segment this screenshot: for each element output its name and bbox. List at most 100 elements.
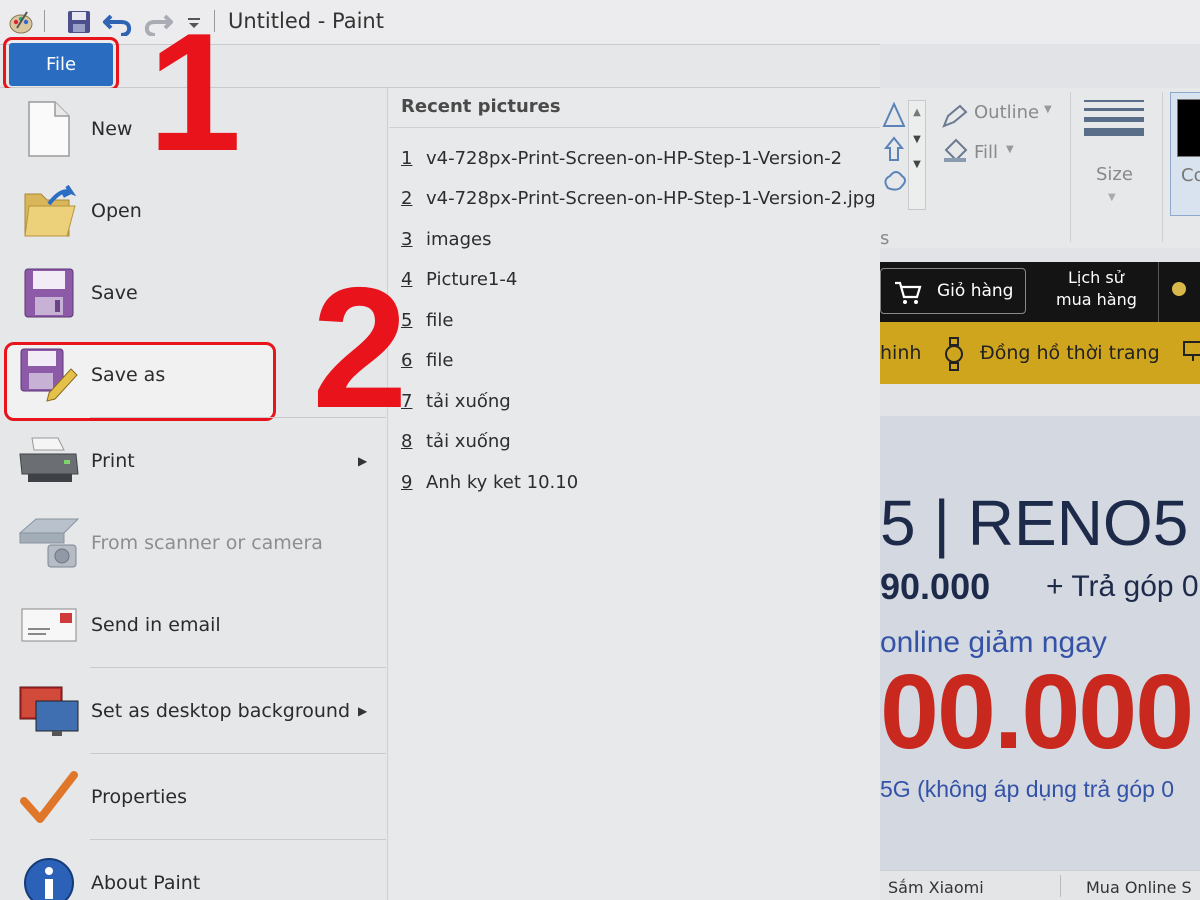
recent-item[interactable]: 8 tải xuống	[401, 424, 511, 458]
recent-item-name: tải xuống	[426, 390, 511, 412]
size-lines-icon[interactable]	[1084, 100, 1144, 136]
color-swatch	[1177, 99, 1200, 157]
ribbon-tab-row	[0, 44, 880, 88]
recent-item-number: 2	[401, 187, 413, 209]
ribbon-divider	[1162, 92, 1163, 242]
fill-button[interactable]: Fill	[974, 142, 998, 163]
recent-pictures-heading: Recent pictures	[389, 88, 880, 128]
menu-label-new: New	[91, 118, 133, 140]
recent-item[interactable]: 2 v4-728px-Print-Screen-on-HP-Step-1-Vers…	[401, 181, 876, 215]
file-menu-commands: New Open Save Save as Print ▶ From scann…	[0, 88, 388, 900]
bottom-link-online[interactable]: Mua Online S	[1086, 878, 1192, 897]
history-label-1[interactable]: Lịch sử	[1068, 268, 1124, 287]
shapes-gallery-icon	[882, 101, 906, 191]
menu-item-send-email[interactable]: Send in email	[0, 584, 386, 666]
recent-item-name: Anh ky ket 10.10	[426, 471, 579, 493]
shapes-label: s	[880, 228, 890, 249]
step-number-2: 2	[312, 252, 408, 444]
fill-bucket-icon	[944, 138, 968, 162]
monitor-icon	[1183, 341, 1200, 361]
colors-label: Co	[1181, 165, 1200, 186]
print-submenu-arrow-icon: ▶	[358, 454, 368, 468]
recent-item[interactable]: 4 Picture1-4	[401, 262, 517, 296]
outline-dropdown-icon[interactable]: ▼	[1044, 104, 1052, 115]
category-watch[interactable]: Đồng hồ thời trang	[980, 342, 1160, 364]
watch-icon	[945, 337, 963, 371]
bottom-link-xiaomi[interactable]: Sắm Xiaomi	[888, 878, 984, 897]
recent-item-name: v4-728px-Print-Screen-on-HP-Step-1-Versi…	[426, 147, 843, 169]
paint-app-icon[interactable]	[6, 8, 36, 36]
scanner-icon	[18, 512, 80, 574]
menu-label-print: Print	[91, 450, 135, 472]
recent-item-name: Picture1-4	[426, 268, 518, 290]
menu-label-save-as: Save as	[91, 364, 166, 386]
recent-item-number: 1	[401, 147, 413, 169]
ribbon-divider	[1070, 92, 1071, 242]
shapes-scroll[interactable]: ▲ ▼ ▼	[908, 100, 926, 210]
banner-price: 90.000	[880, 566, 991, 607]
menu-divider	[90, 753, 386, 754]
recent-item-name: file	[426, 349, 454, 371]
recent-item[interactable]: 6 file	[401, 343, 453, 377]
toolbar-separator	[44, 10, 45, 32]
printer-icon	[18, 430, 80, 492]
banner-line-1: 5 | RENO5	[880, 487, 1189, 559]
size-label[interactable]: Size	[1096, 164, 1133, 185]
menu-divider	[90, 839, 386, 840]
recent-pictures-pane: Recent pictures 1 v4-728px-Print-Screen-o…	[389, 88, 880, 900]
menu-item-about[interactable]: About Paint	[0, 842, 386, 900]
recent-item[interactable]: 1 v4-728px-Print-Screen-on-HP-Step-1-Vers…	[401, 141, 842, 175]
desktop-background-icon	[18, 680, 80, 742]
recent-item-number: 9	[401, 471, 413, 493]
menu-item-desktop-background[interactable]: Set as desktop background ▶	[0, 670, 386, 752]
coin-icon	[1172, 282, 1186, 296]
menu-label-properties: Properties	[91, 786, 188, 808]
bottom-divider	[1060, 875, 1061, 897]
web-header-bar: Giỏ hàng Lịch sử mua hàng	[880, 262, 1200, 322]
menu-item-from-scanner[interactable]: From scanner or camera	[0, 502, 386, 584]
menu-label-from-scanner: From scanner or camera	[91, 532, 323, 554]
banner-footnote: 5G (không áp dụng trả góp 0	[880, 776, 1175, 802]
desktop-background-submenu-arrow-icon: ▶	[358, 704, 368, 718]
menu-label-send-email: Send in email	[91, 614, 221, 636]
banner-installment: + Trả góp 0	[1046, 570, 1199, 603]
email-icon	[18, 594, 80, 656]
open-folder-icon	[18, 180, 80, 242]
quick-save-icon[interactable]	[64, 8, 94, 36]
outline-button[interactable]: Outline	[974, 102, 1039, 123]
recent-item-name: tải xuống	[426, 430, 511, 452]
menu-label-open: Open	[91, 200, 142, 222]
menu-label-desktop-background: Set as desktop background	[91, 700, 351, 722]
menu-label-about: About Paint	[91, 872, 201, 894]
promo-banner[interactable]: 5 | RENO5 90.000 + Trả góp 0 online giảm…	[880, 416, 1200, 870]
fill-dropdown-icon[interactable]: ▼	[1006, 144, 1014, 155]
recent-item[interactable]: 3 images	[401, 222, 491, 256]
info-icon	[18, 852, 80, 900]
web-category-bar: hinh Đồng hồ thời trang	[880, 322, 1200, 384]
undo-icon[interactable]	[102, 8, 134, 36]
new-file-icon	[18, 98, 80, 160]
recent-item-name: v4-728px-Print-Screen-on-HP-Step-1-Versi…	[426, 187, 876, 209]
menu-divider	[90, 667, 386, 668]
recent-item[interactable]: 5 file	[401, 303, 453, 337]
save-as-icon	[18, 344, 80, 406]
recent-item[interactable]: 7 tải xuống	[401, 384, 511, 418]
file-tab-highlight	[3, 37, 119, 91]
history-label-2[interactable]: mua hàng	[1056, 290, 1137, 309]
recent-item-name: images	[426, 228, 492, 250]
web-bottom-bar: Sắm Xiaomi Mua Online S	[880, 870, 1200, 900]
menu-item-properties[interactable]: Properties	[0, 756, 386, 838]
menu-label-save: Save	[91, 282, 138, 304]
color1-button[interactable]: Co	[1170, 92, 1200, 216]
cart-icon	[895, 281, 922, 304]
category-partial[interactable]: hinh	[880, 342, 921, 364]
file-menu: New Open Save Save as Print ▶ From scann…	[0, 88, 880, 900]
checkmark-icon	[18, 766, 80, 828]
recent-item-number: 3	[401, 228, 413, 250]
recent-item-name: file	[426, 309, 454, 331]
recent-item[interactable]: 9 Anh ky ket 10.10	[401, 465, 578, 499]
banner-discount-amount: 00.000	[880, 653, 1194, 771]
cart-button[interactable]: Giỏ hàng	[880, 268, 1026, 314]
size-dropdown-icon[interactable]: ▼	[1108, 192, 1116, 203]
header-divider	[1158, 262, 1159, 322]
